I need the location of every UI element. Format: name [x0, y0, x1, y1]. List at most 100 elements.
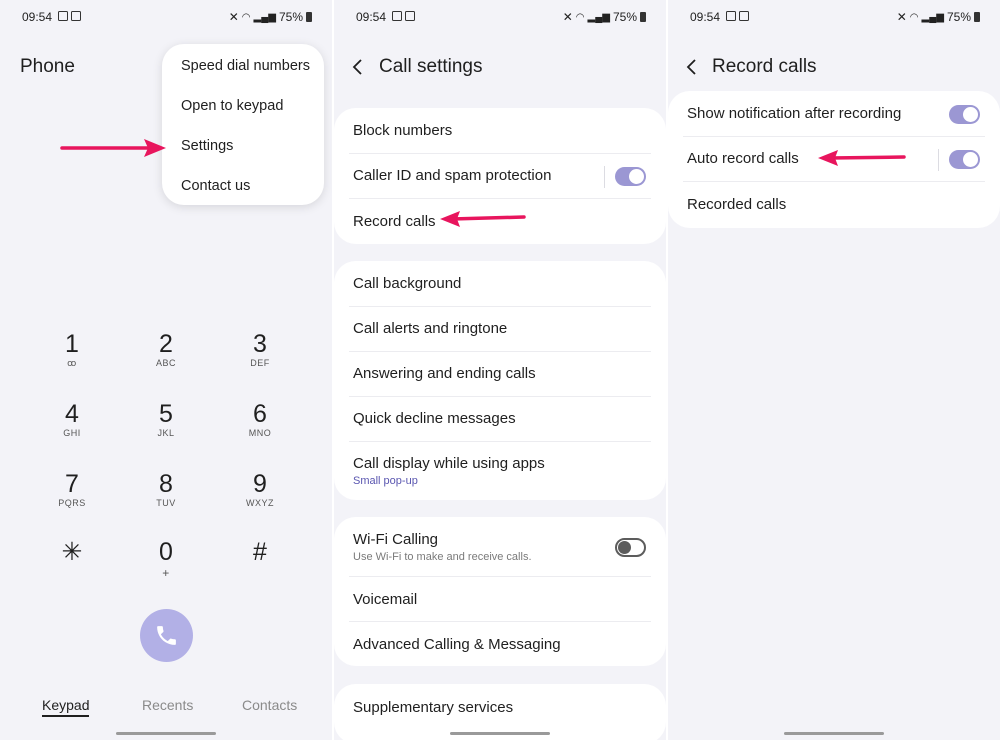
key-2[interactable]: 2 ABC	[126, 330, 206, 368]
key-4[interactable]: 4 GHI	[32, 400, 112, 438]
gallery-icon	[392, 11, 402, 21]
setting-sublabel: Use Wi-Fi to make and receive calls.	[353, 551, 532, 563]
status-time: 09:54	[22, 10, 53, 24]
back-arrow-icon[interactable]	[352, 58, 364, 76]
setting-wifi-calling[interactable]: Wi-Fi Calling Use Wi-Fi to make and rece…	[353, 531, 651, 567]
settings-group-3: Wi-Fi Calling Use Wi-Fi to make and rece…	[334, 517, 666, 666]
key-9[interactable]: 9 WXYZ	[220, 470, 300, 508]
key-digit: 1	[65, 330, 79, 358]
mute-icon: ✕	[562, 10, 573, 24]
key-star[interactable]: ✳	[32, 538, 112, 566]
menu-item-open-keypad[interactable]: Open to keypad	[181, 98, 283, 114]
key-letters: ABC	[155, 358, 176, 368]
signal-icon: ▂▄▆	[253, 11, 276, 23]
key-5[interactable]: 5 JKL	[126, 400, 206, 438]
wifi-icon: ◠	[909, 11, 919, 23]
status-bar: 09:54 ✕ ◠ ▂▄▆ 75%	[334, 10, 666, 26]
setting-quick-decline[interactable]: Quick decline messages	[353, 410, 651, 430]
phone-icon	[157, 626, 176, 645]
auto-record-toggle[interactable]	[949, 150, 980, 169]
gesture-bar[interactable]	[116, 732, 216, 735]
menu-item-contact-us[interactable]: Contact us	[181, 178, 250, 194]
mute-icon: ✕	[896, 10, 907, 24]
gesture-bar[interactable]	[784, 732, 884, 735]
setting-supplementary[interactable]: Supplementary services	[353, 699, 651, 719]
back-arrow-icon[interactable]	[686, 58, 698, 76]
battery-text: 75%	[278, 10, 303, 24]
divider	[349, 351, 651, 352]
menu-item-speed-dial[interactable]: Speed dial numbers	[181, 58, 310, 74]
setting-label: Advanced Calling & Messaging	[353, 636, 561, 653]
setting-call-display[interactable]: Call display while using apps Small pop-…	[353, 455, 651, 491]
setting-label: Show notification after recording	[687, 105, 902, 122]
call-settings-screen: 09:54 ✕ ◠ ▂▄▆ 75% Call settings Block nu…	[334, 0, 666, 740]
notification-icons	[392, 11, 415, 21]
annotation-arrow	[818, 150, 906, 166]
key-8[interactable]: 8 TUV	[126, 470, 206, 508]
notification-icons	[726, 11, 749, 21]
setting-advanced-calling[interactable]: Advanced Calling & Messaging	[353, 636, 651, 656]
gallery-icon	[726, 11, 736, 21]
setting-label: Call display while using apps	[353, 455, 545, 472]
key-letters: DEF	[250, 358, 270, 368]
wifi-calling-toggle[interactable]	[615, 538, 646, 557]
setting-label: Answering and ending calls	[353, 365, 536, 382]
divider	[349, 198, 651, 199]
battery-icon	[974, 12, 980, 22]
notification-toggle[interactable]	[949, 105, 980, 124]
key-digit: 2	[159, 330, 173, 358]
caller-id-toggle[interactable]	[615, 167, 646, 186]
setting-label: Voicemail	[353, 591, 418, 608]
setting-answering-ending[interactable]: Answering and ending calls	[353, 365, 651, 385]
key-digit: 4	[65, 400, 79, 428]
key-7[interactable]: 7 PQRS	[32, 470, 112, 508]
overflow-menu: Speed dial numbers Open to keypad Settin…	[162, 44, 324, 205]
page-title: Record calls	[712, 56, 817, 77]
gesture-bar[interactable]	[450, 732, 550, 735]
tab-recents[interactable]: Recents	[142, 697, 193, 713]
setting-label: Caller ID and spam protection	[353, 167, 552, 184]
battery-icon	[640, 12, 646, 22]
key-3[interactable]: 3 DEF	[220, 330, 300, 368]
signal-icon: ▂▄▆	[921, 11, 944, 23]
setting-voicemail[interactable]: Voicemail	[353, 591, 651, 611]
divider	[349, 153, 651, 154]
tab-contacts[interactable]: Contacts	[242, 697, 297, 713]
setting-call-alerts[interactable]: Call alerts and ringtone	[353, 320, 651, 340]
settings-group-2: Call background Call alerts and ringtone…	[334, 261, 666, 500]
setting-call-background[interactable]: Call background	[353, 275, 651, 295]
divider	[938, 149, 939, 171]
setting-label: Block numbers	[353, 122, 453, 139]
page-title: Call settings	[379, 56, 483, 77]
menu-item-settings[interactable]: Settings	[181, 138, 233, 154]
key-letters: MNO	[248, 428, 272, 438]
status-right: ✕ ◠ ▂▄▆ 75%	[897, 10, 980, 24]
key-6[interactable]: 6 MNO	[220, 400, 300, 438]
status-right: ✕ ◠ ▂▄▆ 75%	[563, 10, 646, 24]
setting-label: Quick decline messages	[353, 410, 516, 427]
tab-keypad[interactable]: Keypad	[42, 697, 90, 717]
key-digit: 6	[253, 400, 267, 428]
app-icon	[71, 11, 81, 21]
divider	[349, 306, 651, 307]
key-hash[interactable]: #	[220, 538, 300, 566]
app-icon	[739, 11, 749, 21]
key-0[interactable]: 0 +	[126, 538, 206, 580]
key-digit: #	[253, 538, 267, 566]
setting-block-numbers[interactable]: Block numbers	[353, 122, 651, 142]
mute-icon: ✕	[228, 10, 239, 24]
key-letters: PQRS	[58, 498, 86, 508]
setting-caller-id[interactable]: Caller ID and spam protection	[353, 166, 651, 188]
battery-icon	[306, 12, 312, 22]
setting-show-notification[interactable]: Show notification after recording	[687, 105, 985, 125]
divider	[683, 181, 985, 182]
divider	[349, 576, 651, 577]
call-button[interactable]	[140, 609, 193, 662]
divider	[349, 396, 651, 397]
key-1[interactable]: 1ꝏ	[32, 330, 112, 369]
setting-recorded-calls[interactable]: Recorded calls	[687, 196, 985, 216]
wifi-icon: ◠	[575, 11, 585, 23]
status-bar: 09:54 ✕ ◠ ▂▄▆ 75%	[668, 10, 1000, 26]
key-letters: GHI	[63, 428, 81, 438]
divider	[604, 166, 605, 188]
